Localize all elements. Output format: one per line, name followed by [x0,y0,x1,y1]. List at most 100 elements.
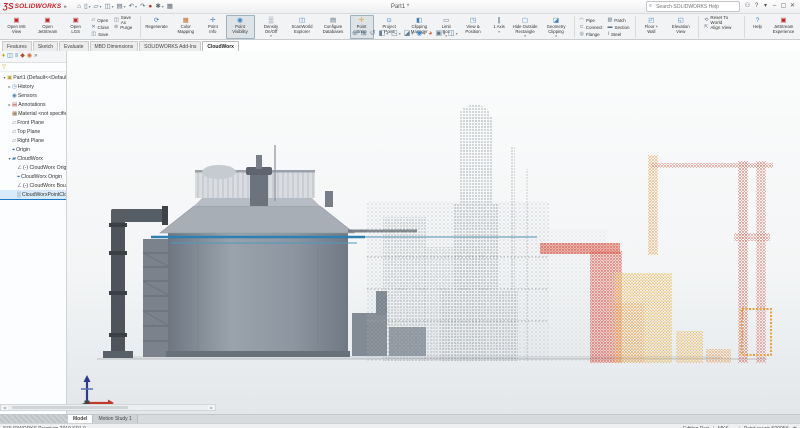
view-position-button[interactable]: ◳View & Position [459,15,488,39]
search-box[interactable]: ⌕ [646,1,740,12]
tab-sketch[interactable]: Sketch [33,41,58,51]
print-icon[interactable]: ▤ [117,3,123,11]
open-document-icon[interactable]: ▱ [94,3,99,11]
tab-mbd-dimensions[interactable]: MBD Dimensions [90,41,139,51]
density-on-off-caret-icon[interactable]: ▾ [270,35,272,38]
zoom-to-area-button[interactable]: ⊞ [361,29,367,38]
graphics-area[interactable] [67,51,800,414]
reset-to-world-button[interactable]: ⟲Reset To World [702,17,741,23]
jetstream-experience-button[interactable]: ▣JetStream Experience [769,15,798,39]
hide-show-items-button[interactable]: ◉▾ [416,29,425,38]
options-icon[interactable]: ✱ [155,3,160,11]
elevation-view-button[interactable]: ◱Elevation View [666,15,695,39]
rebuild-icon[interactable]: ● [148,3,152,11]
filter-icon[interactable]: ▽ [2,64,6,71]
doc-tab-model[interactable]: Model [68,415,93,423]
point-info-button[interactable]: ✛Point Info [202,15,223,39]
save-as-button[interactable]: ◫Save As [112,17,137,23]
patch-button[interactable]: ▧Patch [605,17,631,23]
tree-item-cloudworxpointcloud1[interactable]: ▒CloudWorxPointCloud1 [0,190,66,200]
save-button[interactable]: ◫Save [89,31,111,37]
configurationmanager-tab-icon[interactable]: ≡ [15,53,19,60]
zoom-to-fit-button[interactable]: ⊕ [352,29,358,38]
file-properties-icon[interactable]: ▦ [167,3,173,11]
apply-scene-button[interactable]: ▣▾ [435,29,445,38]
edit-appearance-button[interactable]: ◕ [428,29,432,38]
display-style-caret-icon[interactable]: ▾ [411,31,413,36]
geometry-clipping-button[interactable]: ◪Geometry Clipping▾ [542,15,571,39]
tree-filter-row[interactable]: ▽ [0,63,66,72]
hide-outside-rectangle-caret-icon[interactable]: ▾ [524,35,526,38]
new-document-icon-caret[interactable]: ▾ [89,4,91,9]
propertymanager-tab-icon[interactable]: ◫ [7,53,13,60]
flange-button[interactable]: ◎Flange [578,31,605,37]
scrollbar-track[interactable] [8,405,208,410]
save-icon-caret[interactable]: ▾ [112,4,114,9]
home-icon[interactable]: ⌂ [77,3,81,11]
help-caret-icon[interactable]: ▾ [761,2,770,11]
pipe-button[interactable]: ◠Pipe [578,17,605,23]
restore-button[interactable]: ▢ [779,2,788,11]
tree-item-annotations[interactable]: ▸▤Annotations [0,100,66,109]
open-jetstream-button[interactable]: ▣Open JetStream [33,15,62,39]
open-document-icon-caret[interactable]: ▾ [100,4,102,9]
view-orientation-button[interactable]: ◳▾ [391,29,401,38]
tree-item-origin[interactable]: ⌖Origin [0,145,66,154]
regenerate-button[interactable]: ⟳Regenerate [144,15,169,39]
previous-view-button[interactable]: ↺ [370,29,376,38]
geometry-clipping-caret-icon[interactable]: ▾ [555,35,557,38]
save-icon[interactable]: ◫ [104,3,110,11]
print-icon-caret[interactable]: ▾ [124,4,126,9]
tree-item-cloudworx-origin[interactable]: ⌖CloudWorx Origin [0,172,66,181]
steel-button[interactable]: ⅠSteel [605,31,631,37]
tab-cloudworx[interactable]: CloudWorx [202,41,239,51]
undo-icon-caret[interactable]: ▾ [135,4,137,9]
1-axis-caret-icon[interactable]: ▾ [498,31,500,34]
density-on-off-button[interactable]: ▒Density On/Off▾ [257,15,286,39]
tab-features[interactable]: Features [2,41,32,51]
tree-item-history[interactable]: ▸◷History [0,82,66,91]
redo-icon[interactable]: ↷ [140,3,145,11]
new-document-icon[interactable]: ▯ [84,3,88,11]
display-style-button[interactable]: ◪▾ [404,29,414,38]
purge-button[interactable]: ⊘Purge [112,24,137,30]
scanworld-explorer-button[interactable]: ◫ScanWorld Explorer [288,15,317,39]
help-button[interactable]: ?Help [748,15,767,39]
point-visibility-button[interactable]: ◉Point Visibility [226,15,255,39]
tree-item-cloudworx[interactable]: ▾▰CloudWorx [0,154,66,163]
section-view-caret-icon[interactable]: ▾ [386,31,388,36]
tab-evaluate[interactable]: Evaluate [59,41,88,51]
horizontal-scrollbar[interactable]: ◂ ▸ [0,404,216,411]
hide-outside-rectangle-button[interactable]: ▢Hide Outside Rectangle▾ [511,15,540,39]
tree-item-front-plane[interactable]: ▱Front Plane [0,118,66,127]
scroll-right-arrow[interactable]: ▸ [208,405,215,410]
section-view-button[interactable]: ◧▾ [379,29,389,38]
tree-item-right-plane[interactable]: ▱Right Plane [0,136,66,145]
floor-wall-button[interactable]: ◰Floor + Wall [638,15,664,39]
open-lgs-button[interactable]: ▣Open LGS [64,15,87,39]
scrollbar-thumb[interactable] [12,406,128,409]
open-ms-view-button[interactable]: ▣Open MS View [2,15,31,39]
tree-item-cloudworx-origin-3dsket[interactable]: ∠(-) CloudWorx Origin 3DSket [0,163,66,172]
1-axis-button[interactable]: ∥1 Axis▾ [490,15,509,39]
tree-item-part1-default-default-display-[interactable]: ▾▣Part1 (Default<<Default>_Display Sta [0,73,66,82]
tab-solidworks-add-ins[interactable]: SOLIDWORKS Add-Ins [139,41,201,51]
align-view-button[interactable]: ⇱Align View [702,24,741,30]
view-settings-caret-icon[interactable]: ▾ [456,31,458,36]
view-orientation-caret-icon[interactable]: ▾ [399,31,401,36]
search-input[interactable] [654,2,737,12]
section-button[interactable]: ▬Section [605,24,631,30]
menu-flyout-icon[interactable]: ▸ [64,4,67,10]
tree-item-cloudworx-boundingbox[interactable]: ∠(-) CloudWorx BoundingBox [0,181,66,190]
panel-expand-icon[interactable]: » [34,53,37,60]
minimize-button[interactable]: – [770,2,779,11]
help-icon[interactable]: ? [752,2,761,11]
hide-show-items-caret-icon[interactable]: ▾ [423,31,425,36]
tree-item-material-not-specified[interactable]: ▦Material <not specified> [0,109,66,118]
apply-scene-caret-icon[interactable]: ▾ [443,31,445,36]
tree-item-top-plane[interactable]: ▱Top Plane [0,127,66,136]
displaymanager-tab-icon[interactable]: ◉ [27,53,32,60]
sign-in-icon[interactable]: ⚇ [743,2,752,11]
view-settings-button[interactable]: ◫▾ [448,29,458,38]
open-button[interactable]: ▱Open [89,17,111,23]
